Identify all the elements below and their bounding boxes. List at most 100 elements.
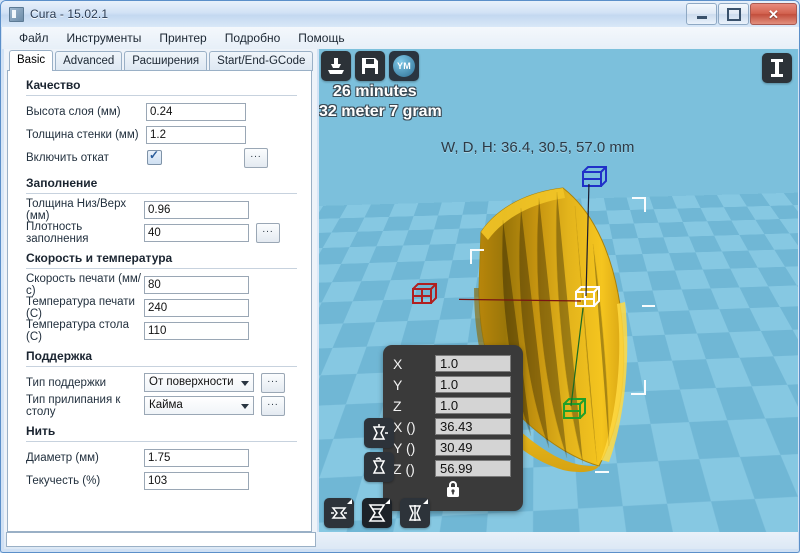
menu-item-help[interactable]: Помощь — [289, 29, 353, 47]
group-quality: Качество Высота слоя (мм) Толщина стенки… — [8, 71, 311, 169]
input-print-temperature[interactable] — [144, 298, 249, 317]
rotate-tool-icon[interactable] — [324, 498, 354, 528]
menu-item-printer[interactable]: Принтер — [150, 29, 215, 47]
size-input-x[interactable] — [435, 418, 511, 435]
setting-label-print-speed: Скорость печати (мм/с) — [26, 272, 141, 297]
setting-label-enable-retraction: Включить откат — [26, 151, 109, 164]
scale-input-z[interactable] — [435, 397, 511, 414]
select-support-type[interactable]: От поверхности — [144, 373, 254, 392]
scale-input-x[interactable] — [435, 355, 511, 372]
input-diameter[interactable] — [144, 448, 249, 467]
select-support-type-value: От поверхности — [149, 376, 234, 388]
tab-basic[interactable]: Basic — [9, 50, 54, 71]
tab-advanced[interactable]: Advanced — [55, 51, 123, 71]
divider — [26, 95, 297, 96]
group-title-fill: Заполнение — [26, 176, 98, 190]
input-layer-height[interactable] — [146, 102, 246, 121]
checkbox-enable-retraction[interactable] — [147, 148, 162, 165]
minimize-button[interactable] — [686, 3, 717, 25]
scale-handle-z[interactable] — [577, 166, 607, 190]
chevron-down-icon — [241, 381, 249, 386]
setting-label-layer-height: Высота слоя (мм) — [26, 105, 121, 118]
input-print-speed[interactable] — [144, 275, 249, 294]
setting-label-print-temperature: Температура печати (C) — [26, 295, 135, 320]
tab-plugins[interactable]: Расширения — [124, 51, 208, 71]
scale-label-x: X — [393, 355, 403, 372]
setting-label-bottom-top-thickness: Толщина Низ/Верх (мм) — [26, 197, 127, 222]
tab-start-end-gcode[interactable]: Start/End-GCode — [209, 51, 314, 71]
setting-label-fill-density: Плотность заполнения — [26, 220, 89, 245]
tool-corner-marker — [423, 499, 428, 504]
scale-handle-center[interactable] — [570, 284, 600, 308]
reset-scale-icon[interactable] — [364, 418, 394, 448]
app-icon — [9, 6, 24, 22]
scale-tool-icon[interactable] — [362, 498, 392, 528]
input-fill-density[interactable] — [144, 223, 249, 242]
input-bottom-top-thickness[interactable] — [144, 200, 249, 219]
size-label-y: Y () — [393, 439, 416, 456]
scale-row: X — [383, 353, 523, 374]
size-input-z[interactable] — [435, 460, 511, 477]
setting-row: Плотность заполнения ... — [8, 220, 311, 245]
size-input-y[interactable] — [435, 439, 511, 456]
window-title: Cura - 15.02.1 — [30, 7, 109, 21]
setting-row: Высота слоя (мм) — [8, 100, 311, 123]
fill-options-button[interactable]: ... — [256, 222, 280, 243]
view-mode-icon[interactable] — [762, 53, 792, 83]
uniform-scale-lock-icon[interactable] — [442, 478, 464, 505]
chevron-down-icon — [241, 404, 249, 409]
menu-bar: Файл Инструменты Принтер Подробно Помощь — [2, 27, 799, 49]
viewport-toolbar: YM — [321, 51, 423, 81]
scale-to-fit-icon[interactable] — [364, 452, 394, 482]
close-button[interactable]: ✕ — [750, 3, 797, 25]
print-time: 26 minutes — [333, 83, 417, 100]
menu-item-expert[interactable]: Подробно — [216, 29, 290, 47]
minimize-icon — [696, 15, 707, 19]
menu-item-file[interactable]: Файл — [10, 29, 58, 47]
setting-label-bed-temperature: Температура стола (C) — [26, 318, 129, 343]
group-filament: Нить Диаметр (мм) Текучесть (%) — [8, 417, 311, 492]
group-title-quality: Качество — [26, 78, 81, 92]
menu-item-tools[interactable]: Инструменты — [58, 29, 151, 47]
divider — [26, 441, 297, 442]
divider — [26, 366, 297, 367]
maximize-button[interactable] — [718, 3, 749, 25]
3d-viewport[interactable]: YM 26 minutes 32 meter 7 gram W, D, H: 3… — [319, 49, 798, 534]
adhesion-options-button[interactable]: ... — [261, 395, 285, 416]
maximize-icon — [726, 7, 741, 21]
retraction-options-button[interactable]: ... — [244, 147, 268, 168]
ym-badge-label: YM — [393, 55, 415, 77]
save-toolpath-icon[interactable] — [355, 51, 385, 81]
setting-label-flow: Текучесть (%) — [26, 474, 101, 487]
scale-handle-x[interactable] — [407, 281, 437, 305]
load-model-icon[interactable] — [321, 51, 351, 81]
scale-row: Y () — [383, 437, 523, 458]
select-platform-adhesion[interactable]: Кайма — [144, 396, 254, 415]
setting-row: Тип поддержки От поверхности ... — [8, 371, 311, 394]
scale-label-z: Z — [393, 397, 402, 414]
share-ym-icon[interactable]: YM — [389, 51, 419, 81]
settings-panel: Basic Advanced Расширения Start/End-GCod… — [4, 49, 317, 534]
mirror-tool-icon[interactable] — [400, 498, 430, 528]
support-options-button[interactable]: ... — [261, 372, 285, 393]
status-bar — [4, 532, 798, 549]
size-label-x: X () — [393, 418, 416, 435]
setting-label-platform-adhesion: Тип прилипания к столу — [26, 393, 121, 418]
group-support: Поддержка Тип поддержки От поверхности .… — [8, 342, 311, 418]
window-controls: ✕ — [685, 3, 797, 25]
setting-row: Температура печати (C) — [8, 295, 311, 320]
group-title-filament: Нить — [26, 424, 56, 438]
scale-label-y: Y — [393, 376, 403, 393]
group-speed-temperature: Скорость и температура Скорость печати (… — [8, 244, 311, 343]
scale-handle-y[interactable] — [558, 394, 586, 419]
viewport-tools-bottom — [319, 498, 433, 532]
size-label-z: Z () — [393, 460, 415, 477]
close-icon: ✕ — [768, 6, 779, 22]
tool-corner-marker — [347, 499, 352, 504]
scale-input-y[interactable] — [435, 376, 511, 393]
setting-row: Диаметр (мм) — [8, 446, 311, 469]
input-shell-thickness[interactable] — [146, 125, 246, 144]
input-flow[interactable] — [144, 471, 249, 490]
input-bed-temperature[interactable] — [144, 321, 249, 340]
setting-label-support-type: Тип поддержки — [26, 376, 107, 389]
